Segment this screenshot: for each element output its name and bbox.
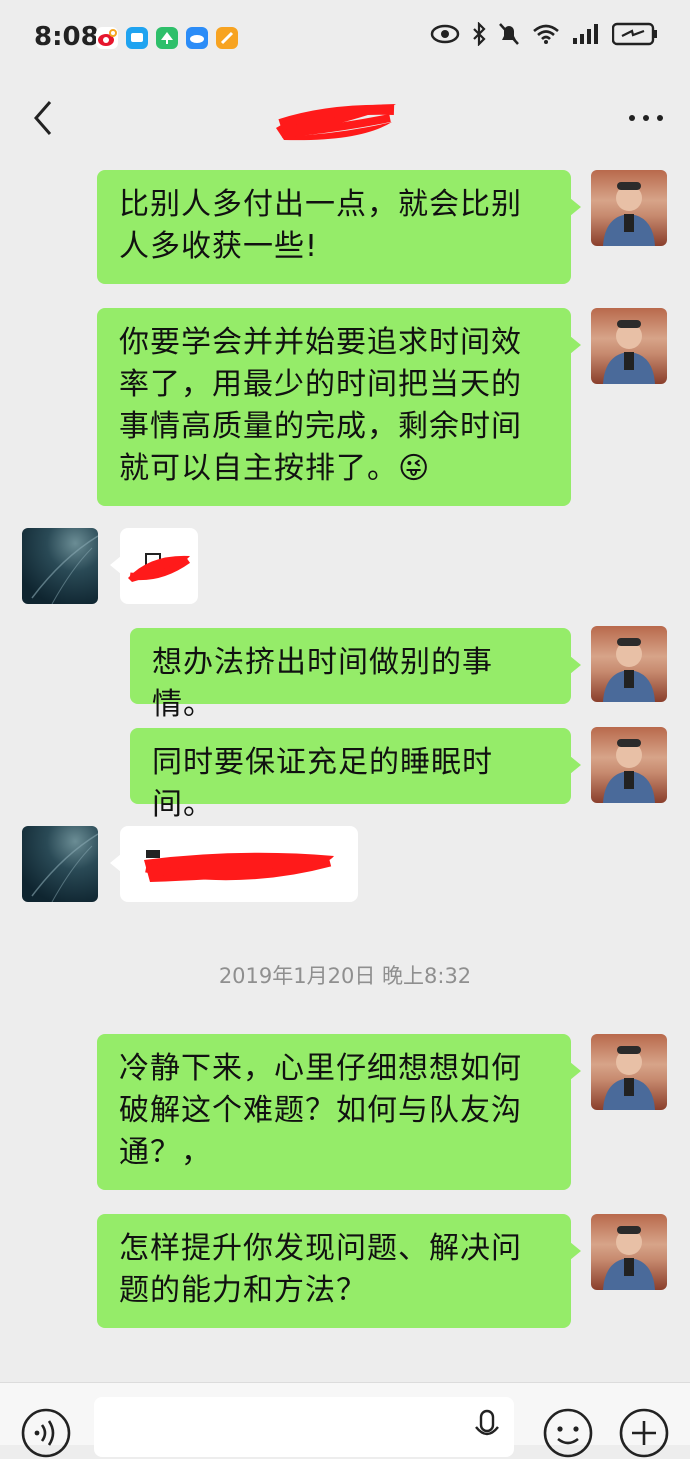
message-line: 你要学会并并始要追求时间效 [119, 325, 522, 360]
chat-bubble-me[interactable]: 比别人多付出一点，就会比别 人多收获一些! [97, 170, 581, 284]
status-bar: 8:08 [0, 0, 690, 80]
avatar[interactable] [591, 1034, 667, 1110]
message-line: 比别人多付出一点，就会比别 [119, 187, 522, 222]
message-line: 通？， [119, 1135, 212, 1170]
signal-icon [573, 24, 598, 44]
avatar-contact[interactable] [22, 826, 98, 902]
cloud-app-icon [186, 27, 208, 49]
message-text: 同时要保证充足的睡眠时间。 [152, 745, 493, 822]
system-icons [430, 22, 658, 46]
message-input[interactable] [94, 1397, 514, 1457]
more-dots-icon[interactable] [626, 108, 666, 128]
weibo-icon [96, 27, 118, 49]
wink-emoji: 😜 [398, 451, 431, 486]
chat-bubble-me[interactable]: 冷静下来，心里仔细想想如何 破解这个难题？如何与队友沟 通？， [97, 1034, 581, 1190]
chat-bubble-me[interactable]: 想办法挤出时间做别的事情。 [130, 628, 581, 722]
chat-bubble-me[interactable]: 怎样提升你发现问题、解决问 题的能力和方法？ [97, 1214, 581, 1328]
chat-header [0, 80, 690, 160]
message-line: 就可以自主按排了。😜 [119, 451, 431, 486]
chat-bubble-other-redacted[interactable] [110, 826, 358, 902]
avatar-contact[interactable] [22, 528, 98, 604]
chevron-left-icon[interactable] [28, 98, 58, 138]
battery-icon [612, 22, 657, 46]
redaction-mark [128, 553, 191, 582]
message-line: 题的能力和方法？ [119, 1273, 367, 1308]
emoji-icon[interactable] [542, 1407, 594, 1459]
avatar[interactable] [591, 727, 667, 803]
notification-icons [96, 27, 238, 49]
mute-bell-icon [499, 23, 519, 45]
chat-app-icon [126, 27, 148, 49]
message-line: 破解这个难题？如何与队友沟 [119, 1093, 522, 1128]
eye-icon [430, 24, 460, 44]
chat-bubble-other-redacted[interactable] [110, 528, 198, 604]
plus-icon[interactable] [618, 1407, 670, 1459]
chat-timestamp: 2019年1月20日 晚上8:32 [218, 964, 472, 988]
tree-app-icon [156, 27, 178, 49]
chat-title-redacted [276, 104, 396, 141]
input-bar [0, 1382, 690, 1458]
message-line: 人多收获一些! [119, 229, 319, 264]
avatar[interactable] [591, 626, 667, 702]
avatar[interactable] [591, 170, 667, 246]
chat-bubble-me[interactable]: 你要学会并并始要追求时间效 率了，用最少的时间把当天的 事情高质量的完成，剩余时… [97, 308, 581, 506]
wifi-icon [533, 24, 559, 44]
status-time: 8:08 [34, 22, 99, 52]
mic-icon[interactable] [472, 1409, 502, 1449]
avatar[interactable] [591, 308, 667, 384]
message-line: 事情高质量的完成，剩余时间 [119, 409, 522, 444]
message-line: 怎样提升你发现问题、解决问 [119, 1231, 522, 1266]
voice-icon[interactable] [20, 1407, 72, 1459]
redaction-mark [144, 850, 334, 882]
orange-app-icon [216, 27, 238, 49]
message-text: 想办法挤出时间做别的事情。 [152, 645, 493, 722]
message-line: 率了，用最少的时间把当天的 [119, 367, 522, 402]
chat-bubble-me[interactable]: 同时要保证充足的睡眠时间。 [130, 728, 581, 822]
bluetooth-icon [473, 22, 486, 46]
avatar[interactable] [591, 1214, 667, 1290]
message-line: 冷静下来，心里仔细想想如何 [119, 1051, 522, 1086]
